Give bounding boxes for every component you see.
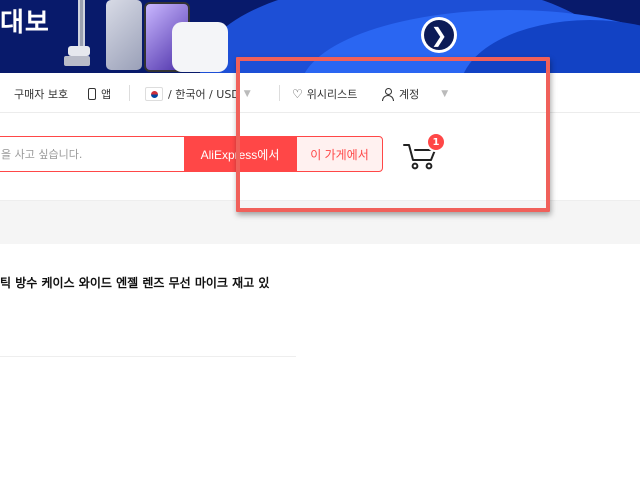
search-store-button[interactable]: 이 가게에서	[296, 136, 383, 172]
product-title: 틱 방수 케이스 와이드 엔젤 렌즈 무선 마이크 재고 있	[0, 276, 270, 290]
heart-icon: ♡	[292, 87, 303, 101]
search-aliexpress-button[interactable]: AliExpress에서	[184, 136, 296, 172]
chevron-right-icon: ❯	[424, 20, 454, 50]
top-bar: 구매자 보호 앱 / 한국어 / USD ▼ ♡ 위시리스트 계정 ▼	[0, 73, 640, 113]
promo-banner[interactable]: 대보 ❯	[0, 0, 640, 73]
wishlist-link[interactable]: ♡ 위시리스트	[292, 86, 357, 102]
phone-icon	[88, 88, 96, 100]
phone-image	[106, 0, 142, 70]
cart-button[interactable]: 1	[402, 132, 446, 171]
caret-down-icon: ▼	[243, 89, 251, 99]
locale-selector[interactable]: / 한국어 / USD ▼	[145, 86, 251, 102]
caret-down-icon: ▼	[441, 89, 449, 99]
buyer-protection-link[interactable]: 구매자 보호	[14, 86, 68, 102]
category-nav-band	[0, 200, 640, 244]
divider	[129, 85, 130, 101]
earbuds-image	[172, 22, 228, 72]
wishlist-label: 위시리스트	[306, 88, 358, 101]
divider	[279, 85, 280, 101]
banner-next-button[interactable]: ❯	[421, 17, 457, 53]
cart-count-badge: 1	[426, 132, 446, 152]
vacuum-image	[64, 0, 90, 66]
locale-label: / 한국어 / USD	[168, 88, 240, 101]
account-menu[interactable]: 계정 ▼	[382, 86, 448, 102]
korea-flag-icon	[145, 87, 163, 101]
account-label: 계정	[399, 88, 420, 101]
divider	[0, 356, 296, 357]
app-label: 앱	[101, 88, 112, 101]
search-box	[0, 136, 184, 172]
app-link[interactable]: 앱	[88, 86, 111, 102]
buyer-protection-label: 구매자 보호	[14, 88, 69, 101]
banner-title: 대보	[0, 8, 50, 38]
person-icon	[382, 88, 394, 101]
search-input[interactable]	[0, 137, 184, 171]
